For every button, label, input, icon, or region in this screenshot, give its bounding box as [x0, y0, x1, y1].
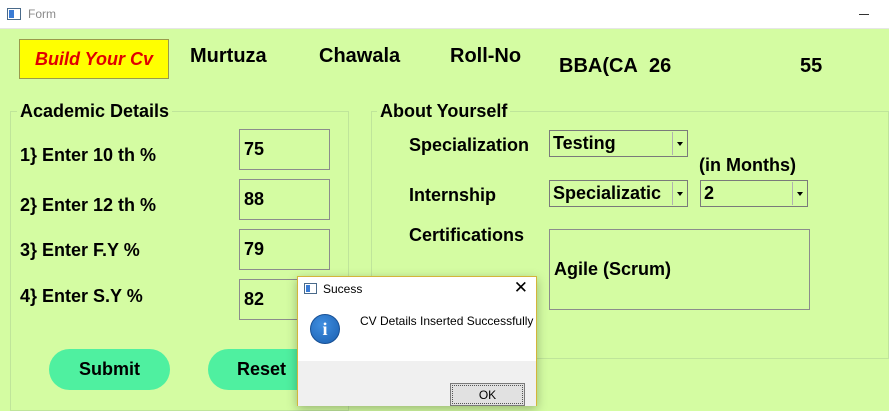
last-name-label: Chawala [319, 45, 401, 67]
chevron-down-icon[interactable] [672, 132, 686, 155]
dialog-footer: OK [298, 361, 536, 406]
course-label: BBA(CA [559, 55, 638, 77]
certifications-label: Certifications [409, 225, 525, 245]
ok-button-label: OK [478, 387, 497, 402]
academic-details-title: Academic Details [17, 101, 173, 122]
minimize-button[interactable] [855, 6, 875, 22]
chevron-down-icon[interactable] [672, 182, 686, 205]
roll-no-label: Roll-No [450, 45, 522, 67]
first-name-label: Murtuza [190, 45, 267, 67]
build-cv-badge: Build Your Cv [19, 39, 169, 79]
fy-percent-label: 3} Enter F.Y % [20, 240, 140, 260]
months-label: (in Months) [699, 155, 796, 175]
window-titlebar: Form [0, 0, 889, 29]
twelfth-percent-label: 2} Enter 12 th % [20, 195, 157, 215]
internship-months-value: 2 [704, 183, 715, 203]
dialog-title: Sucess [323, 282, 363, 296]
certifications-textarea[interactable]: Agile (Scrum) [549, 229, 810, 310]
dialog-titlebar: Sucess ✕ [298, 277, 536, 301]
window-title: Form [28, 7, 56, 21]
success-dialog: Sucess ✕ i CV Details Inserted Successfu… [297, 276, 537, 406]
close-icon[interactable]: ✕ [514, 279, 528, 297]
internship-label: Internship [409, 185, 497, 205]
internship-value: Specializatic [553, 183, 662, 203]
fy-percent-input[interactable]: 79 [239, 229, 330, 270]
chevron-down-icon[interactable] [792, 182, 806, 205]
roll-no-value: 55 [800, 55, 823, 77]
info-icon: i [310, 314, 340, 344]
internship-select[interactable]: Specializatic [549, 180, 688, 207]
course-number: 26 [649, 55, 672, 77]
dialog-message: CV Details Inserted Successfully [360, 314, 534, 328]
dialog-window-icon [304, 283, 317, 294]
specialization-value: Testing [553, 133, 616, 153]
sy-percent-label: 4} Enter S.Y % [20, 286, 143, 306]
ok-button[interactable]: OK [450, 383, 525, 406]
submit-button[interactable]: Submit [49, 349, 170, 390]
tenth-percent-input[interactable]: 75 [239, 129, 330, 170]
dialog-body: i CV Details Inserted Successfully OK [298, 301, 536, 406]
specialization-select[interactable]: Testing [549, 130, 688, 157]
twelfth-percent-input[interactable]: 88 [239, 179, 330, 220]
tenth-percent-label: 1} Enter 10 th % [20, 145, 157, 165]
internship-months-select[interactable]: 2 [700, 180, 808, 207]
about-yourself-title: About Yourself [377, 101, 511, 122]
specialization-label: Specialization [409, 135, 530, 155]
app-window-icon [7, 8, 21, 20]
